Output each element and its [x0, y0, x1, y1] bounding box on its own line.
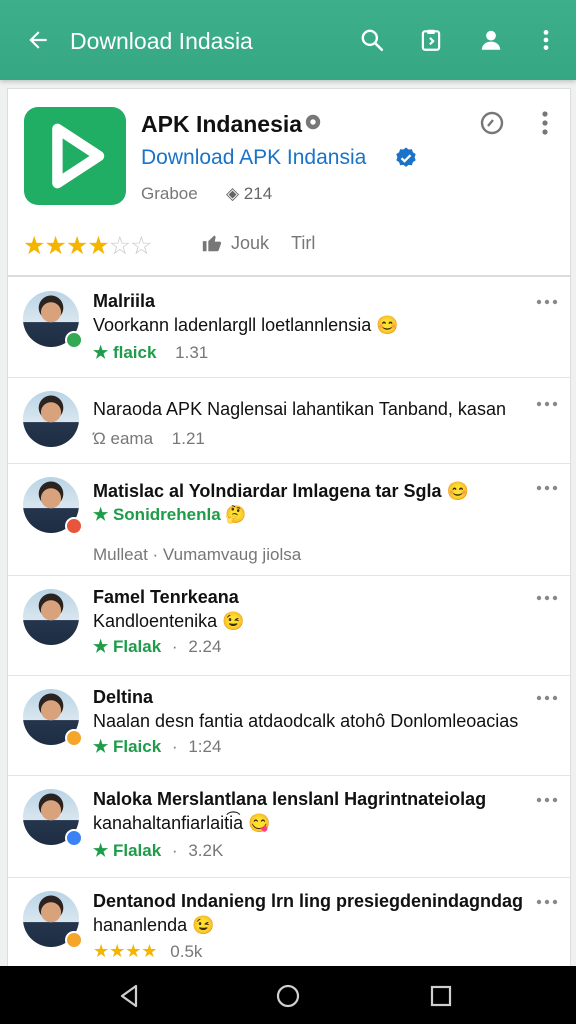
comment-meta: Ώ eama 1.21: [93, 429, 205, 448]
more-horiz-icon[interactable]: [536, 897, 558, 907]
more-horiz-icon[interactable]: [536, 693, 558, 703]
status-badge: [65, 931, 83, 949]
comment-meta: ★ flaick 1.31: [93, 343, 209, 362]
more-horiz-icon[interactable]: [536, 399, 558, 409]
comment-text: Naraoda APK Naglensai lahantikan Tanband…: [93, 399, 506, 419]
nav-back-icon[interactable]: [116, 982, 144, 1010]
downloads-icon: ◈: [226, 184, 244, 203]
like-label: Jouk: [231, 232, 270, 253]
system-nav-bar: [0, 966, 576, 1024]
list-item[interactable]: Deltina Naalan desn fantia atdaodcalk at…: [8, 675, 570, 776]
thumb-up-icon: [202, 235, 222, 252]
more-horiz-icon[interactable]: [536, 297, 558, 307]
list-item[interactable]: Famel Tenrkeana Kandloentenika 😉 ★ Flala…: [8, 575, 570, 676]
commenter-name: Famel Tenrkeana: [93, 587, 239, 607]
list-item[interactable]: Naraoda APK Naglensai lahantikan Tanband…: [8, 377, 570, 464]
comment-list[interactable]: Malriila Voorkann ladenlargll loetlannle…: [7, 276, 571, 970]
search-icon[interactable]: [358, 26, 386, 54]
comment-meta: ★ Sonidrehenla 🤔: [93, 505, 247, 524]
like-button[interactable]: Jouk Tirl: [201, 232, 315, 254]
list-item[interactable]: Naloka Merslantlana lenslanl Hagrintnate…: [8, 775, 570, 878]
clipboard-icon[interactable]: [417, 26, 445, 54]
page-title: Download Indasia: [70, 28, 253, 54]
comment-text: Voorkann ladenlargll loetlannlensia 😊: [93, 315, 399, 335]
more-horiz-icon[interactable]: [536, 593, 558, 603]
list-item[interactable]: Matislac al Yolndiardar lmlagena tar Sgl…: [8, 463, 570, 576]
more-horiz-icon[interactable]: [536, 483, 558, 493]
verified-icon: [396, 147, 416, 167]
app-logo[interactable]: [24, 107, 126, 205]
status-badge: [65, 517, 83, 535]
comment-meta: ★★★★ 0.5k: [93, 941, 203, 961]
category-label: Graboe: [141, 184, 198, 203]
downloads-count: ◈ 214: [226, 184, 273, 203]
developer-link[interactable]: Download APK Indansia: [141, 146, 366, 170]
commenter-name: Matislac al Yolndiardar lmlagena tar Sgl…: [93, 481, 469, 501]
more-horiz-icon[interactable]: [536, 795, 558, 805]
card-more-icon[interactable]: [534, 109, 556, 139]
app-name: APK Indanesia: [141, 111, 303, 137]
app-info-card: APK Indanesia Download APK Indansia Grab…: [7, 88, 571, 276]
commenter-name: Malriila: [93, 291, 156, 311]
nav-home-icon[interactable]: [274, 982, 302, 1010]
card-search-icon[interactable]: [478, 109, 508, 139]
commenter-name: Dentanod Indanieng lrn ling presiegdenin…: [93, 891, 524, 911]
badge-icon: [305, 114, 321, 130]
comment-extra: Mulleat · Vumamvaug jiolsa: [93, 545, 302, 564]
comment-text: kanahaltanfiarlaiti͡a 😋: [93, 813, 271, 833]
commenter-name: Deltina: [93, 687, 154, 707]
list-item[interactable]: Malriila Voorkann ladenlargll loetlannle…: [8, 277, 570, 378]
comment-meta: ★ Flalak · 3.2K: [93, 841, 224, 860]
back-arrow-icon[interactable]: [24, 26, 52, 54]
avatar[interactable]: [23, 391, 79, 447]
list-item[interactable]: Dentanod Indanieng lrn ling presiegdenin…: [8, 877, 570, 969]
comment-text: Kandloentenika 😉: [93, 611, 245, 631]
comment-text: Naalan desn fantia atdaodcalk atohô Donl…: [93, 711, 519, 731]
more-vert-icon[interactable]: [532, 26, 560, 54]
rating-stars: ★★★★☆☆: [23, 232, 152, 260]
status-badge: [65, 331, 83, 349]
play-logo-icon: [52, 123, 105, 189]
avatar[interactable]: [23, 589, 79, 645]
comment-meta: ★ Flaick · 1:24: [93, 737, 222, 756]
app-bar: Download Indasia: [0, 0, 576, 80]
comment-meta: ★ Flalak · 2.24: [93, 637, 222, 656]
comment-text: hananlenda 😉: [93, 915, 215, 935]
commenter-name: Naloka Merslantlana lenslanl Hagrintnate…: [93, 789, 487, 809]
status-badge: [65, 729, 83, 747]
nav-recents-icon[interactable]: [427, 982, 455, 1010]
account-icon[interactable]: [477, 26, 505, 54]
like-label-2: Tirl: [291, 232, 316, 253]
status-badge: [65, 829, 83, 847]
